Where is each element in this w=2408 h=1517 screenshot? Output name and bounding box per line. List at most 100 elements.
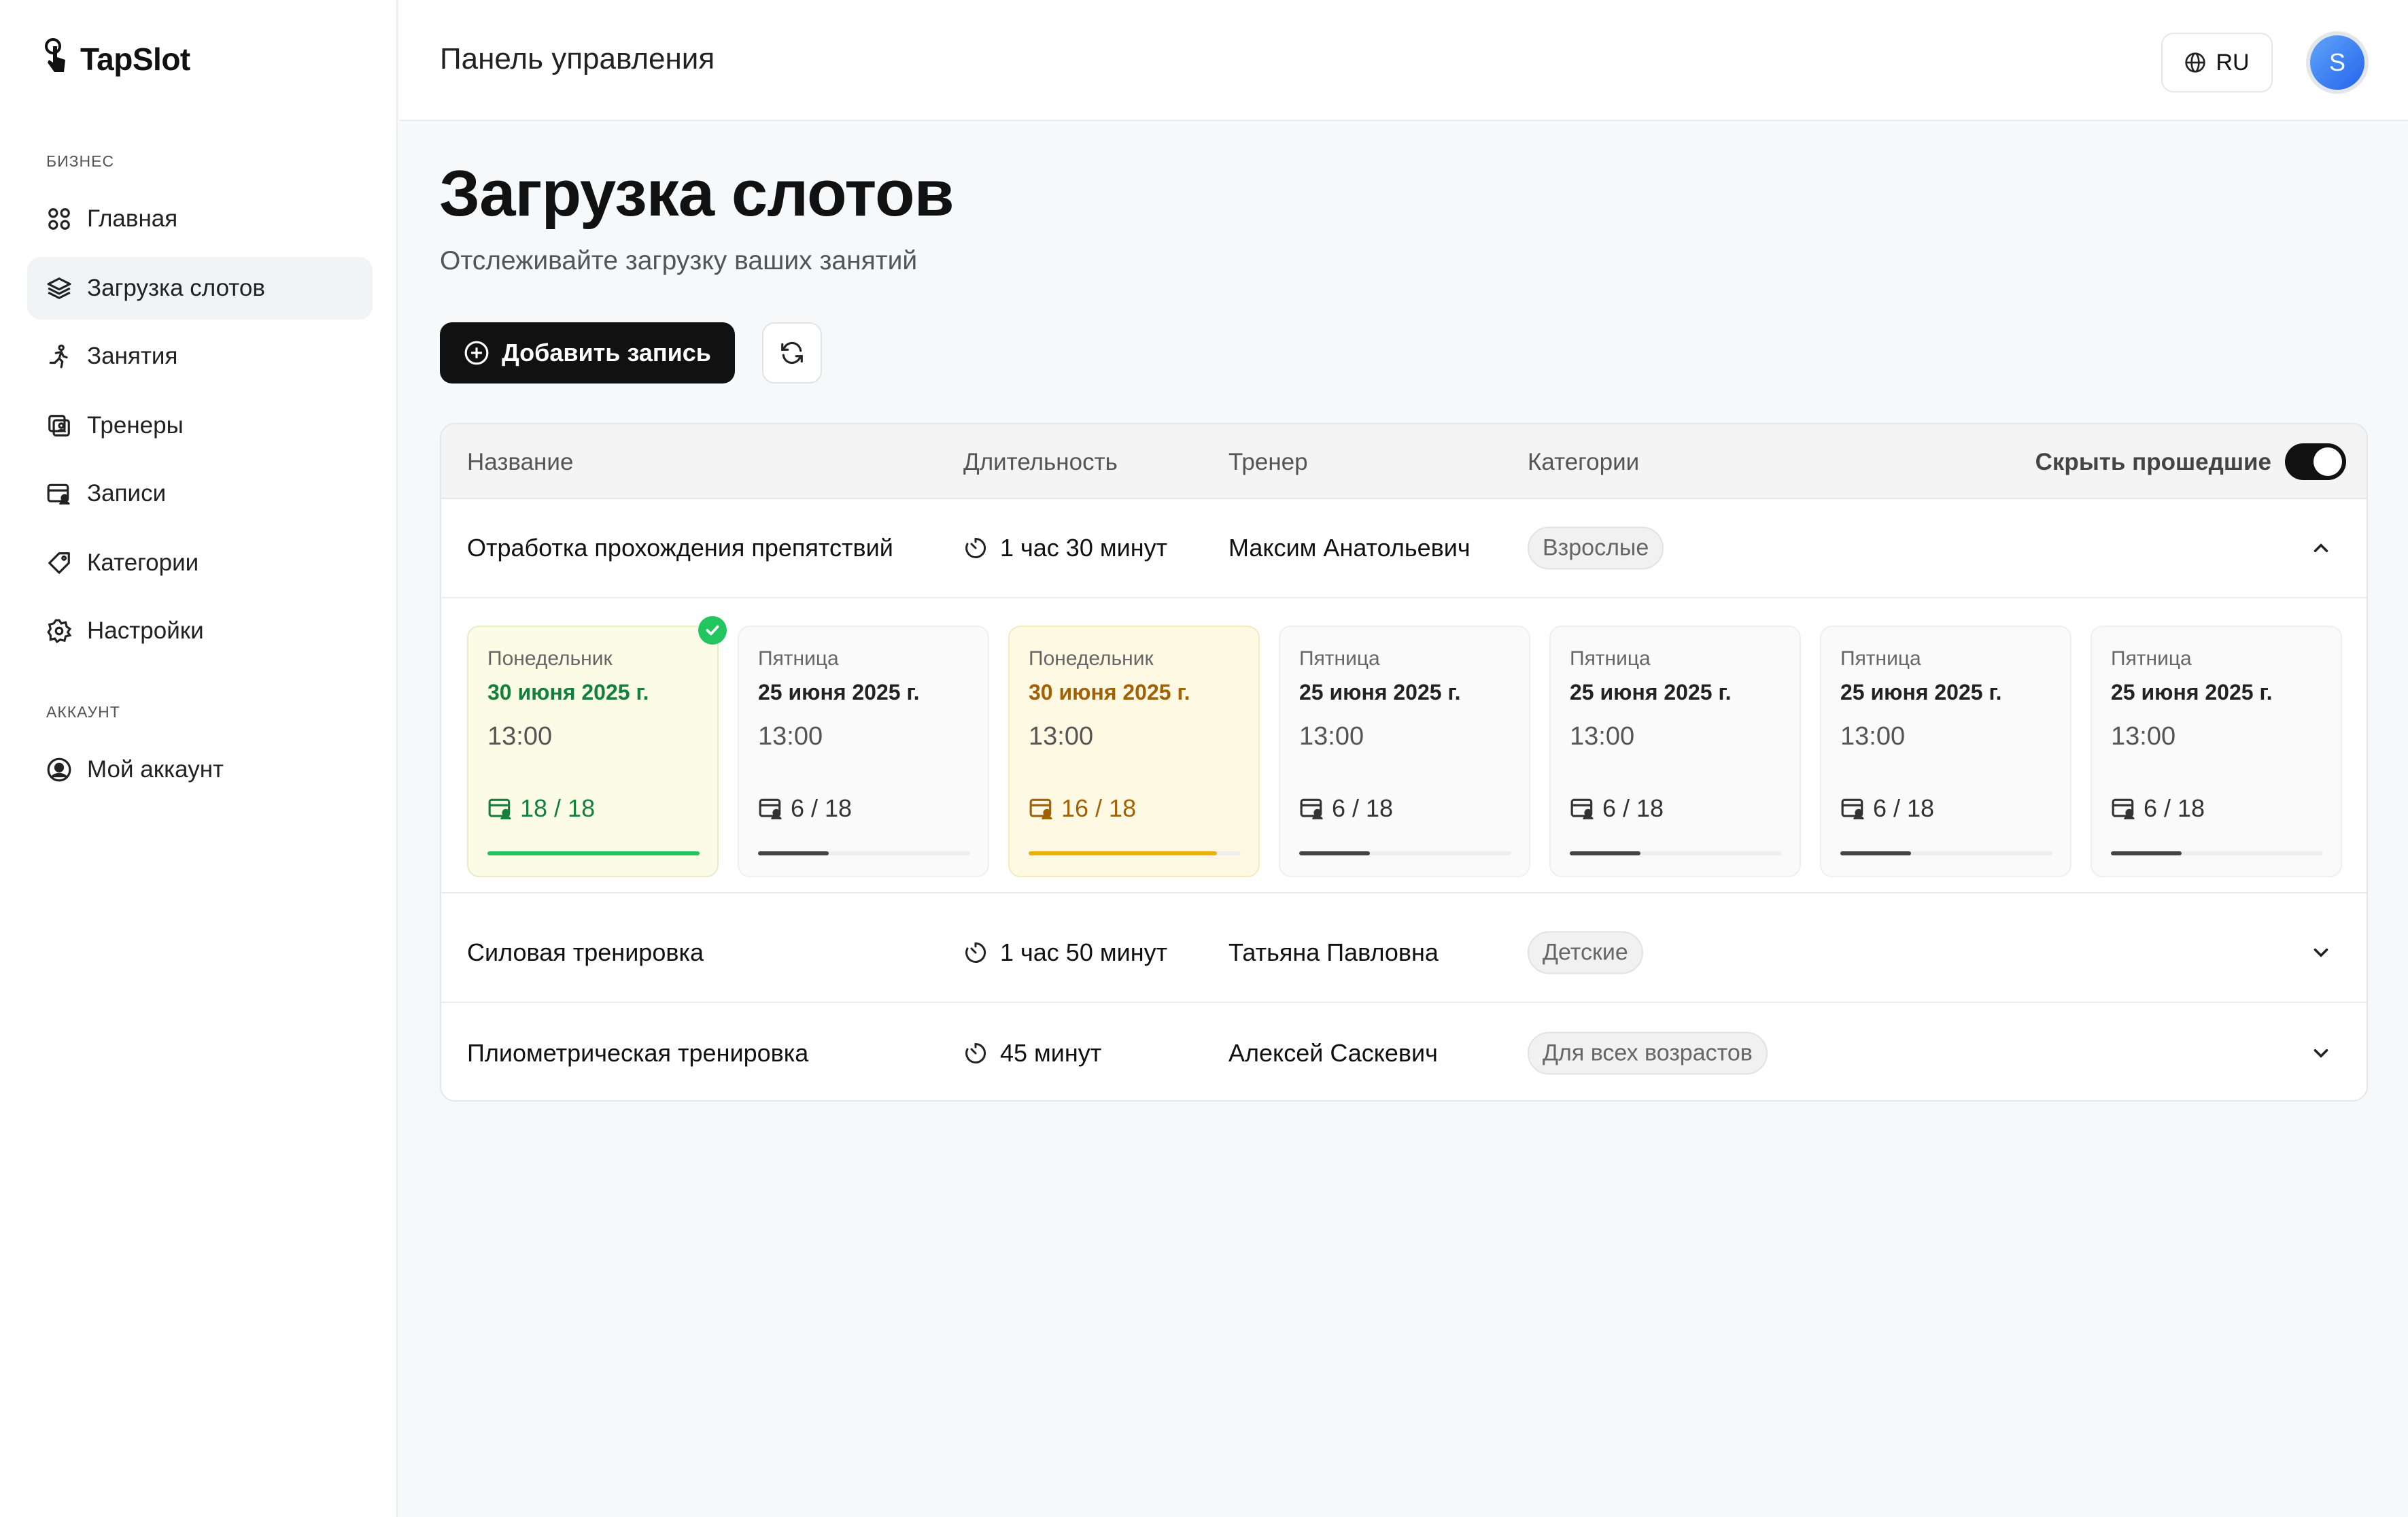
slot-date: 30 июня 2025 г. — [1029, 680, 1190, 704]
slot-time: 13:00 — [1840, 722, 1906, 751]
sidebar-item-account[interactable]: Мой аккаунт — [27, 738, 373, 801]
sidebar-item-label: Записи — [87, 480, 167, 507]
slot-progress-fill — [1570, 851, 1640, 855]
sidebar-item-label: Главная — [87, 205, 178, 232]
sidebar-item-label: Мой аккаунт — [87, 756, 224, 783]
calendar-user-icon — [1841, 798, 1864, 820]
slot-progress-fill — [2111, 851, 2182, 855]
language-label: RU — [2216, 49, 2250, 75]
slot-progress — [1029, 851, 1241, 855]
sidebar-item-label: Настройки — [87, 617, 204, 644]
category-badge: Взрослые — [1528, 526, 1664, 570]
slot-time: 13:00 — [487, 722, 553, 751]
duration-cell: 45 минут — [963, 1039, 1101, 1068]
class-name: Плиометрическая тренировка — [467, 1039, 809, 1067]
slot-time: 13:00 — [758, 722, 823, 751]
slot-day: Понедельник — [1029, 647, 1154, 670]
calendar-user-icon — [1570, 798, 1594, 820]
app-name: TapSlot — [80, 41, 190, 77]
sidebar-item-settings[interactable]: Настройки — [27, 600, 373, 662]
sidebar-item-categories[interactable]: Категории — [27, 532, 373, 594]
category-badge: Для всех возрастов — [1528, 1032, 1768, 1075]
table-header: Название Длительность Тренер Категории С… — [441, 424, 2367, 499]
topbar: Панель управления RU S — [399, 0, 2408, 121]
calendar-user-icon — [759, 798, 782, 820]
slot-count-text: 6 / 18 — [791, 794, 853, 822]
duration-text: 45 минут — [1000, 1039, 1102, 1067]
globe-icon — [2185, 52, 2206, 73]
slot-count: 16 / 18 — [1029, 794, 1136, 823]
duration-text: 1 час 50 минут — [1000, 938, 1168, 966]
timer-icon — [965, 537, 986, 558]
slot-count-text: 6 / 18 — [2144, 794, 2205, 822]
sidebar-item-home[interactable]: Главная — [27, 188, 373, 250]
timer-icon — [965, 942, 986, 963]
section-business: БИЗНЕС — [46, 152, 115, 170]
slot-count-text: 6 / 18 — [1873, 794, 1935, 822]
slot-count: 6 / 18 — [758, 794, 852, 823]
slot-progress — [2111, 851, 2323, 855]
slot-day: Пятница — [2111, 647, 2192, 670]
slot-progress — [487, 851, 700, 855]
slots-table: Название Длительность Тренер Категории С… — [440, 423, 2368, 1102]
running-icon — [49, 344, 68, 369]
avatar[interactable]: S — [2306, 31, 2369, 94]
section-account: АККАУНТ — [46, 703, 120, 721]
column-categories[interactable]: Категории — [1528, 449, 1639, 476]
logo[interactable]: TapSlot — [42, 38, 190, 80]
calendar-user-icon — [488, 798, 511, 820]
column-trainer[interactable]: Тренер — [1228, 449, 1308, 476]
slot-progress — [1570, 851, 1782, 855]
page-title: Загрузка слотов — [439, 157, 954, 230]
trainer-name: Татьяна Павловна — [1228, 938, 1439, 966]
hide-past-toggle[interactable] — [2285, 443, 2346, 480]
slot-card[interactable]: Пятница 25 июня 2025 г. 13:00 6 / 18 — [738, 626, 989, 877]
slot-progress — [1840, 851, 2052, 855]
slot-card[interactable]: Пятница 25 июня 2025 г. 13:00 6 / 18 — [2091, 626, 2342, 877]
chevron-down-icon[interactable] — [2309, 1042, 2333, 1065]
slot-day: Пятница — [1840, 647, 1921, 670]
refresh-button[interactable] — [762, 322, 822, 383]
grid-icon — [48, 208, 70, 230]
duration-cell: 1 час 50 минут — [963, 938, 1167, 967]
sidebar-item-slots[interactable]: Загрузка слотов — [27, 257, 373, 320]
sidebar-item-trainers[interactable]: Тренеры — [27, 394, 373, 457]
sidebar-item-classes[interactable]: Занятия — [27, 325, 373, 388]
calendar-user-icon — [1300, 798, 1323, 820]
sidebar-item-label: Занятия — [87, 343, 178, 369]
column-duration[interactable]: Длительность — [963, 449, 1118, 476]
refresh-icon — [781, 341, 803, 364]
slot-date: 30 июня 2025 г. — [487, 680, 649, 704]
slot-count: 6 / 18 — [1299, 794, 1393, 823]
slot-count: 6 / 18 — [1570, 794, 1664, 823]
sidebar-item-label: Тренеры — [87, 412, 184, 439]
slot-progress-fill — [1840, 851, 1911, 855]
slot-day: Понедельник — [487, 647, 613, 670]
slot-card[interactable]: Пятница 25 июня 2025 г. 13:00 6 / 18 — [1549, 626, 1801, 877]
category-badge: Детские — [1528, 931, 1643, 974]
timer-icon — [965, 1042, 986, 1063]
sidebar-item-bookings[interactable]: Записи — [27, 462, 373, 525]
calendar-user-icon — [1029, 798, 1052, 820]
duration-text: 1 час 30 минут — [1000, 534, 1168, 562]
chevron-down-icon[interactable] — [2309, 941, 2333, 964]
slot-progress-fill — [1299, 851, 1370, 855]
chevron-up-icon[interactable] — [2309, 536, 2333, 560]
slot-card[interactable]: Понедельник 30 июня 2025 г. 13:00 18 / 18 — [467, 626, 719, 877]
add-booking-button[interactable]: Добавить запись — [440, 322, 735, 383]
slot-card[interactable]: Пятница 25 июня 2025 г. 13:00 6 / 18 — [1279, 626, 1530, 877]
trainer-name: Алексей Саскевич — [1228, 1039, 1438, 1067]
slot-date: 25 июня 2025 г. — [2111, 680, 2273, 704]
tag-icon — [48, 552, 70, 574]
header-title: Панель управления — [440, 42, 715, 75]
slot-time: 13:00 — [1029, 722, 1094, 751]
slot-progress-fill — [487, 851, 700, 855]
table-row[interactable]: Плиометрическая тренировка 45 минут Алек… — [441, 1004, 2367, 1100]
slot-card[interactable]: Пятница 25 июня 2025 г. 13:00 6 / 18 — [1820, 626, 2071, 877]
table-row[interactable]: Силовая тренировка 1 час 50 минут Татьян… — [441, 904, 2367, 1003]
slot-card[interactable]: Понедельник 30 июня 2025 г. 13:00 16 / 18 — [1008, 626, 1260, 877]
slot-count: 18 / 18 — [487, 794, 595, 823]
language-button[interactable]: RU — [2161, 33, 2273, 92]
table-row[interactable]: Отработка прохождения препятствий 1 час … — [441, 499, 2367, 598]
column-name[interactable]: Название — [467, 449, 573, 476]
